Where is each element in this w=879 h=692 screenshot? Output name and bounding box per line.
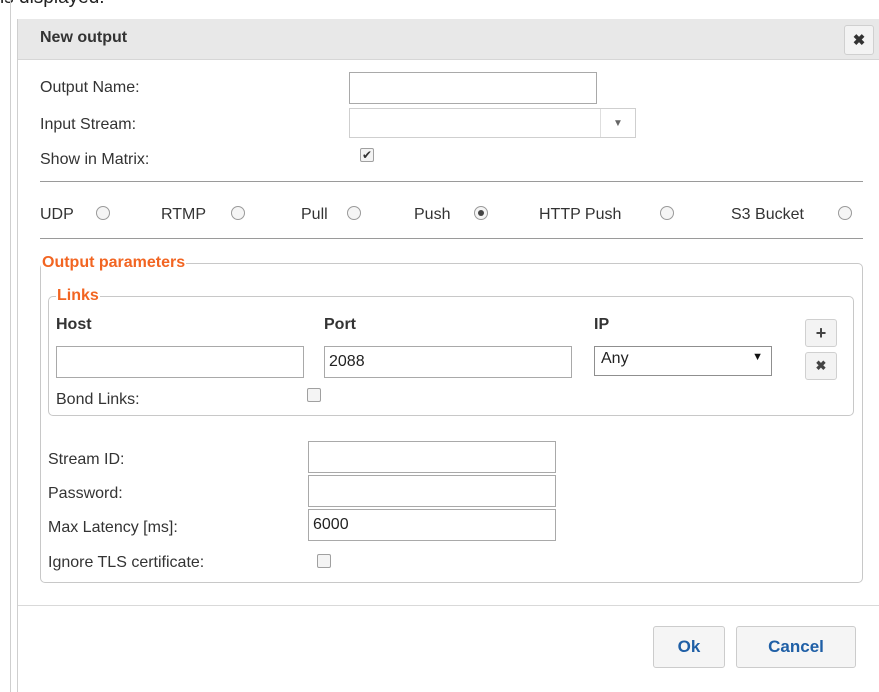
radio-push[interactable] xyxy=(474,206,488,220)
bond-links-label: Bond Links: xyxy=(56,391,140,408)
max-latency-label: Max Latency [ms]: xyxy=(48,519,178,536)
ignore-tls-label: Ignore TLS certificate: xyxy=(48,554,205,571)
checkmark-icon: ✔ xyxy=(361,148,373,162)
protocol-label-udp: UDP xyxy=(40,206,74,223)
column-header-port: Port xyxy=(324,316,356,333)
column-header-host: Host xyxy=(56,316,92,333)
ignore-tls-checkbox[interactable] xyxy=(317,554,331,568)
input-stream-select[interactable]: ▼ xyxy=(349,108,636,138)
remove-link-button[interactable]: ✖ xyxy=(805,352,837,380)
new-output-dialog: New output ✖ Output Name: Input Stream: … xyxy=(17,19,879,692)
bond-links-checkbox[interactable] xyxy=(307,388,321,402)
output-name-input[interactable] xyxy=(349,72,597,104)
background-text-fragment: is displayed: xyxy=(0,0,105,13)
divider-bottom xyxy=(40,238,863,239)
protocol-label-s3-bucket: S3 Bucket xyxy=(731,206,804,223)
input-stream-label: Input Stream: xyxy=(40,116,137,133)
protocol-label-rtmp: RTMP xyxy=(161,206,207,223)
dialog-title: New output xyxy=(40,29,128,46)
radio-http-push[interactable] xyxy=(660,206,674,220)
radio-udp[interactable] xyxy=(96,206,110,220)
output-parameters-legend: Output parameters xyxy=(41,254,187,272)
add-link-button[interactable]: + xyxy=(805,319,837,347)
password-input[interactable] xyxy=(308,475,556,507)
radio-rtmp[interactable] xyxy=(231,206,245,220)
chevron-down-icon: ▼ xyxy=(752,351,763,363)
divider-top xyxy=(40,181,863,182)
dialog-close-button[interactable]: ✖ xyxy=(844,25,874,55)
password-label: Password: xyxy=(48,485,123,502)
page-divider xyxy=(10,0,11,692)
max-latency-input[interactable] xyxy=(308,509,556,541)
links-legend: Links xyxy=(56,287,100,305)
column-header-ip: IP xyxy=(594,316,610,333)
ip-select-value: Any xyxy=(601,350,629,367)
close-icon: ✖ xyxy=(815,358,827,373)
footer-divider xyxy=(18,605,879,606)
cancel-button[interactable]: Cancel xyxy=(736,626,856,668)
stream-id-input[interactable] xyxy=(308,441,556,473)
ok-button[interactable]: Ok xyxy=(653,626,725,668)
stream-id-label: Stream ID: xyxy=(48,451,125,468)
radio-pull[interactable] xyxy=(347,206,361,220)
plus-icon: + xyxy=(815,322,827,343)
show-in-matrix-checkbox[interactable]: ✔ xyxy=(360,148,374,162)
protocol-label-push: Push xyxy=(414,206,451,223)
radio-s3-bucket[interactable] xyxy=(838,206,852,220)
chevron-down-icon: ▼ xyxy=(600,109,635,137)
close-icon: ✖ xyxy=(852,32,866,49)
protocol-label-pull: Pull xyxy=(301,206,328,223)
host-input[interactable] xyxy=(56,346,304,378)
ip-select[interactable]: Any ▼ xyxy=(594,346,772,376)
protocol-label-http-push: HTTP Push xyxy=(539,206,622,223)
show-in-matrix-label: Show in Matrix: xyxy=(40,151,150,168)
dialog-title-bar: New output ✖ xyxy=(18,19,879,60)
port-input[interactable] xyxy=(324,346,572,378)
output-name-label: Output Name: xyxy=(40,79,140,96)
